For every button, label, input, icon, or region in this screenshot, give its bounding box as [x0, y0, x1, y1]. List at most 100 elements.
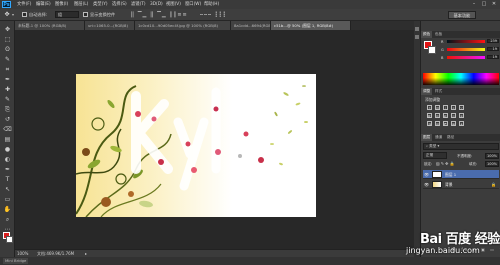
- bottom-panel-bar: Mini Bridge: [0, 257, 500, 265]
- history-panel-icon[interactable]: [415, 27, 419, 31]
- dodge-tool-icon[interactable]: ◐: [2, 155, 13, 164]
- eyedropper-tool-icon[interactable]: ✒: [2, 75, 13, 84]
- menu-select[interactable]: 选择(S): [112, 1, 127, 8]
- menu-edit[interactable]: 编辑(E): [36, 1, 51, 8]
- crop-tool-icon[interactable]: ⌗: [2, 65, 13, 74]
- doc-tab-3[interactable]: 1c0cd10...90d05ec4f.jpg @ 100% (RGB/8): [135, 21, 231, 30]
- doc-tab-4[interactable]: 8a1cdd...6694(RGB/8): [231, 21, 271, 30]
- lock-icon: 🔒: [491, 182, 496, 187]
- hand-tool-icon[interactable]: ✋: [2, 205, 13, 214]
- mini-bridge-tab[interactable]: Mini Bridge: [3, 258, 29, 264]
- tab-swatches[interactable]: 色板: [433, 31, 444, 38]
- move-tool-icon[interactable]: ✥: [3, 11, 11, 19]
- clone-stamp-tool-icon[interactable]: ⎘: [2, 105, 13, 114]
- play-icon[interactable]: ▸: [85, 251, 90, 256]
- doc-tab-1[interactable]: 未标题-1 @ 100% (RGB/8): [15, 21, 85, 30]
- layer-thumbnail: [432, 181, 442, 188]
- opacity-label: 不透明度:: [457, 154, 473, 158]
- hue-icon[interactable]: ◧: [427, 113, 432, 118]
- slider-g-value[interactable]: 19: [487, 47, 499, 51]
- minimize-button[interactable]: –: [470, 1, 478, 8]
- photo-filter-icon[interactable]: ◎: [451, 113, 456, 118]
- slider-g-label: G: [441, 48, 444, 52]
- menu-image[interactable]: 图像(I): [55, 1, 68, 8]
- marquee-tool-icon[interactable]: ⬚: [2, 35, 13, 44]
- brightness-icon[interactable]: ☀: [427, 105, 432, 110]
- lock-label: 锁定:: [424, 162, 433, 166]
- properties-panel-icon[interactable]: [415, 35, 419, 39]
- bw-icon[interactable]: ◐: [443, 113, 448, 118]
- opacity-value[interactable]: 100%: [485, 153, 499, 159]
- menu-file[interactable]: 文件(F): [17, 1, 31, 8]
- menu-help[interactable]: 帮助(H): [204, 1, 219, 8]
- artwork-canvas[interactable]: [76, 74, 316, 217]
- maximize-button[interactable]: □: [480, 1, 488, 8]
- type-tool-icon[interactable]: T: [2, 175, 13, 184]
- doc-tab-2[interactable]: uri=1065.0...(RGB/8): [85, 21, 135, 30]
- history-brush-tool-icon[interactable]: ↺: [2, 115, 13, 124]
- menu-layer[interactable]: 图层(L): [74, 1, 88, 8]
- menu-window[interactable]: 窗口(W): [185, 1, 201, 8]
- auto-select-checkbox[interactable]: [22, 12, 27, 17]
- color-panel-tabs: 颜色 色板: [421, 31, 500, 38]
- move-tool-icon[interactable]: ✥: [2, 25, 13, 34]
- healing-tool-icon[interactable]: ✚: [2, 85, 13, 94]
- color-balance-icon[interactable]: ⚖: [435, 113, 440, 118]
- slider-r[interactable]: [447, 40, 485, 43]
- layer-filter-bar[interactable]: ⌕ 类型 ▾: [423, 143, 499, 150]
- quick-select-tool-icon[interactable]: ✎: [2, 55, 13, 64]
- fill-value[interactable]: 100%: [485, 161, 499, 167]
- slider-r-value[interactable]: 239: [487, 39, 499, 43]
- align-icons[interactable]: ▕▏▔▁▕▏▔▁ ┃┃≡≡: [128, 11, 192, 19]
- slider-b[interactable]: [447, 56, 485, 59]
- slider-g[interactable]: [447, 48, 485, 51]
- blur-tool-icon[interactable]: ●: [2, 145, 13, 154]
- eye-icon[interactable]: 👁: [424, 182, 429, 187]
- lock-icons[interactable]: ▨✎✥🔒: [436, 161, 455, 167]
- panel-background-swatch[interactable]: [428, 46, 436, 54]
- vibrance-icon[interactable]: ▽: [459, 105, 464, 110]
- posterize-icon[interactable]: ▤: [435, 121, 440, 126]
- rectangle-tool-icon[interactable]: ▭: [2, 195, 13, 204]
- tab-styles[interactable]: 样式: [433, 88, 444, 95]
- tab-color[interactable]: 颜色: [421, 31, 433, 38]
- gradient-tool-icon[interactable]: ▤: [2, 135, 13, 144]
- gradient-map-icon[interactable]: ▬: [451, 121, 456, 126]
- slider-b-value[interactable]: 19: [487, 55, 499, 59]
- show-transform-checkbox[interactable]: [83, 12, 88, 17]
- color-spectrum[interactable]: [423, 73, 499, 85]
- show-transform-label: 显示变换控件: [90, 12, 116, 17]
- layer-row-1[interactable]: 👁 图层 1: [423, 170, 499, 179]
- layer-row-background[interactable]: 👁 背景 🔒: [423, 180, 499, 189]
- lasso-tool-icon[interactable]: ʘ: [2, 45, 13, 54]
- tab-adjustments[interactable]: 调整: [421, 88, 433, 95]
- distribute-icons[interactable]: ┅┅┅ ┇┇┇: [200, 11, 240, 19]
- doc-tab-active[interactable]: c51b...@ 50% (图层 1, RGB/8#): [271, 21, 351, 30]
- levels-icon[interactable]: ▥: [435, 105, 440, 110]
- threshold-icon[interactable]: ◩: [443, 121, 448, 126]
- eye-icon[interactable]: 👁: [424, 172, 429, 177]
- blend-mode-dropdown[interactable]: 正常: [423, 152, 447, 159]
- menu-type[interactable]: 类型(Y): [93, 1, 108, 8]
- pen-tool-icon[interactable]: ✒: [2, 165, 13, 174]
- workspace-switcher[interactable]: 基本功能: [448, 11, 476, 19]
- close-button[interactable]: ✕: [490, 1, 498, 8]
- tab-channels[interactable]: 通道: [433, 134, 444, 141]
- auto-select-dropdown[interactable]: 组: [55, 11, 79, 18]
- chevron-down-icon[interactable]: ▾: [12, 12, 17, 17]
- tab-paths[interactable]: 路径: [445, 134, 456, 141]
- menu-filter[interactable]: 滤镜(T): [131, 1, 146, 8]
- invert-icon[interactable]: ◑: [427, 121, 432, 126]
- brush-tool-icon[interactable]: ✎: [2, 95, 13, 104]
- mixer-icon[interactable]: ⊕: [459, 113, 464, 118]
- eraser-tool-icon[interactable]: ⌫: [2, 125, 13, 134]
- menu-view[interactable]: 视图(V): [166, 1, 181, 8]
- path-select-tool-icon[interactable]: ↖: [2, 185, 13, 194]
- selective-color-icon[interactable]: ◈: [459, 121, 464, 126]
- zoom-tool-icon[interactable]: ⌕: [2, 215, 13, 224]
- background-color-swatch[interactable]: [6, 236, 13, 243]
- exposure-icon[interactable]: ±: [451, 105, 456, 110]
- menu-3d[interactable]: 3D(D): [150, 1, 163, 8]
- tab-layers[interactable]: 图层: [421, 134, 433, 141]
- curves-icon[interactable]: ∫: [443, 105, 448, 110]
